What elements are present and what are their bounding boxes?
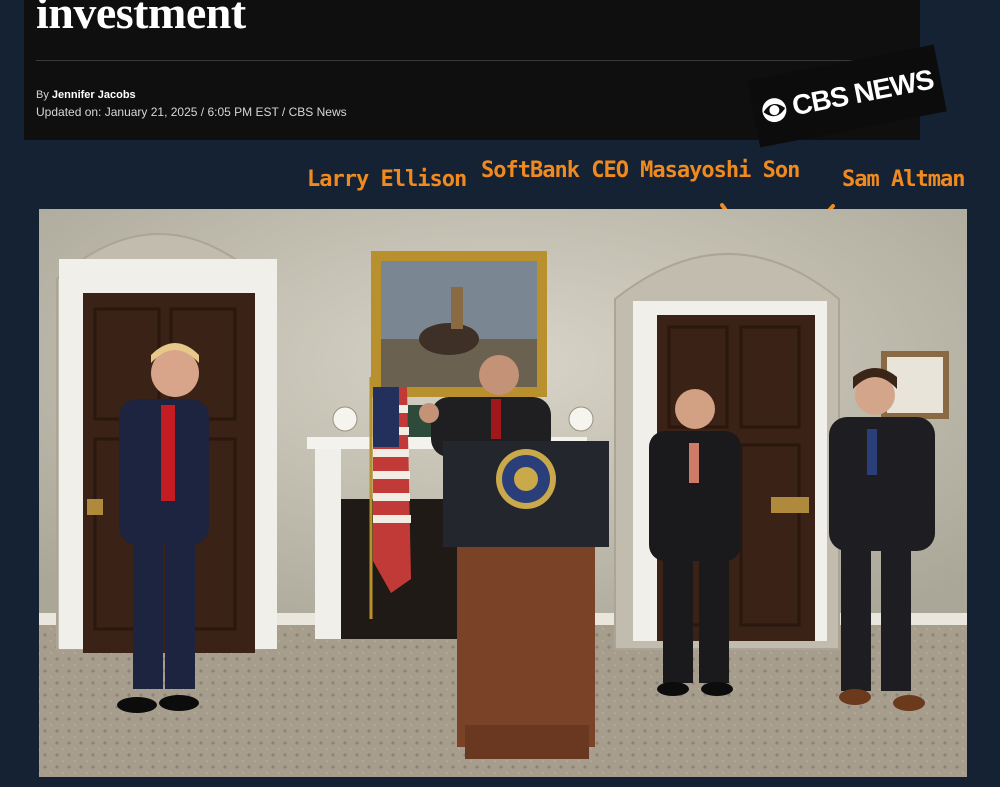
- byline-prefix: By: [36, 89, 49, 101]
- headline: investment: [36, 0, 246, 38]
- label-larry-ellison: Larry Ellison: [307, 167, 467, 192]
- divider: [36, 60, 908, 61]
- mantel-plate: [568, 406, 594, 432]
- press-photo-scene: [39, 209, 967, 777]
- author-link[interactable]: Jennifer Jacobs: [52, 89, 136, 101]
- painting-horse: [419, 323, 479, 355]
- fireplace-pillar-left: [315, 449, 341, 639]
- painting-rider: [451, 287, 463, 329]
- label-masayoshi-son: SoftBank CEO Masayoshi Son: [481, 158, 800, 183]
- cbs-eye-icon: [761, 98, 786, 123]
- label-sam-altman: Sam Altman: [842, 167, 965, 192]
- mantel-plate: [332, 406, 358, 432]
- cbs-news-label: CBS NEWS: [789, 63, 936, 122]
- right-door-handle: [771, 497, 809, 513]
- updated-timestamp: Updated on: January 21, 2025 / 6:05 PM E…: [36, 105, 347, 119]
- podium: [443, 441, 609, 759]
- press-photo: [39, 209, 967, 777]
- left-door-hinge: [87, 499, 103, 515]
- byline: By Jennifer Jacobs: [36, 89, 136, 101]
